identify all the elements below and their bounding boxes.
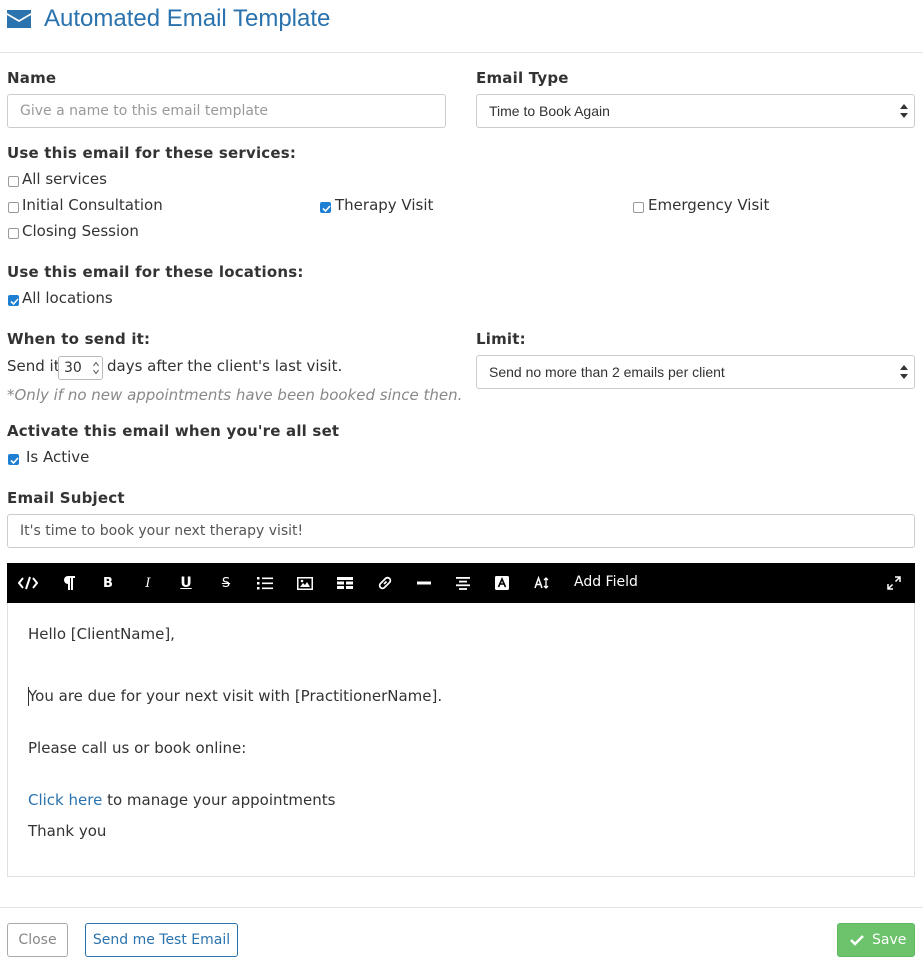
email-type-label: Email Type [476,69,569,87]
page-title: Automated Email Template [44,5,331,32]
check-icon [322,205,331,213]
italic-icon: I [145,575,151,591]
table-icon [337,576,353,589]
emergency-visit-checkbox[interactable] [633,202,644,213]
limit-label: Limit: [476,330,526,348]
name-label: Name [7,69,57,87]
send-test-email-button[interactable]: Send me Test Email [85,923,238,957]
initial-consultation-checkbox[interactable] [8,202,19,213]
underline-icon: U [180,575,192,591]
select-arrows-icon [900,104,908,118]
subject-input[interactable]: It's time to book your next therapy visi… [7,514,915,548]
body-signoff: Thank you [28,822,107,840]
add-field-button[interactable]: Add Field [574,574,638,590]
email-type-value: Time to Book Again [489,103,610,119]
body-line-2: Please call us or book online: [28,739,247,757]
therapy-visit-checkbox[interactable] [320,202,331,213]
horizontal-rule-button[interactable] [408,563,440,603]
activate-label: Activate this email when you're all set [7,422,340,440]
all-services-checkbox[interactable] [8,176,19,187]
page-header: Automated Email Template [0,0,923,53]
text-color-icon [495,576,509,590]
days-stepper[interactable]: 30 [58,356,103,380]
check-icon [10,298,19,306]
image-button[interactable] [289,563,321,603]
body-greeting: Hello [ClientName], [28,625,175,643]
initial-consultation-label: Initial Consultation [22,196,163,214]
fullscreen-button[interactable] [878,563,910,603]
name-input[interactable]: Give a name to this email template [7,94,446,128]
paragraph-button[interactable] [53,563,85,603]
all-services-label: All services [22,170,107,188]
footer-divider [0,907,923,908]
days-after-text: days after the client's last visit. [107,357,343,375]
email-body-editor[interactable]: Hello [ClientName], You are due for your… [7,603,915,877]
check-icon [10,457,19,465]
select-arrows-icon [900,365,908,379]
limit-select[interactable]: Send no more than 2 emails per client [476,355,915,389]
body-link-suffix: to manage your appointments [102,791,336,809]
bold-icon: B [103,575,113,591]
strikethrough-button[interactable]: S [210,563,242,603]
image-icon [297,576,313,590]
strikethrough-icon: S [221,575,231,591]
limit-value: Send no more than 2 emails per client [489,364,725,380]
services-label: Use this email for these services: [7,144,297,162]
underline-button[interactable]: U [170,563,202,603]
save-label: Save [872,932,907,948]
send-it-text: Send it [7,357,60,375]
therapy-visit-label: Therapy Visit [335,196,434,214]
is-active-label: Is Active [26,448,90,466]
stepper-arrows-icon[interactable] [93,361,99,375]
when-label: When to send it: [7,330,151,348]
emergency-visit-label: Emergency Visit [648,196,770,214]
code-icon [18,576,38,590]
bullet-list-button[interactable] [249,563,281,603]
all-locations-checkbox[interactable] [8,295,19,306]
days-value: 30 [64,360,82,376]
subject-label: Email Subject [7,489,125,507]
font-size-button[interactable] [526,563,558,603]
is-active-checkbox[interactable] [8,454,19,465]
envelope-icon [7,10,31,28]
locations-label: Use this email for these locations: [7,263,304,281]
body-line-1: You are due for your next visit with [Pr… [28,687,443,705]
paragraph-icon [64,576,75,590]
close-button[interactable]: Close [7,923,68,957]
closing-session-label: Closing Session [22,222,139,240]
horizontal-rule-icon [417,581,431,585]
editor-toolbar: B I U S Add Field [7,563,915,603]
body-link-line: Click here to manage your appointments [28,791,335,809]
code-view-button[interactable] [12,563,44,603]
italic-button[interactable]: I [132,563,164,603]
link-button[interactable] [369,563,401,603]
align-center-icon [456,576,470,590]
save-button[interactable]: Save [837,923,915,957]
closing-session-checkbox[interactable] [8,228,19,239]
text-color-button[interactable] [486,563,518,603]
check-icon [850,935,864,946]
all-locations-label: All locations [22,289,113,307]
expand-icon [887,576,901,590]
manage-appointments-link[interactable]: Click here [28,791,102,809]
table-button[interactable] [329,563,361,603]
link-icon [378,576,392,590]
bold-button[interactable]: B [92,563,124,603]
align-button[interactable] [447,563,479,603]
bullet-list-icon [257,577,273,590]
font-size-icon [534,576,549,589]
schedule-note: *Only if no new appointments have been b… [7,386,463,404]
email-type-select[interactable]: Time to Book Again [476,94,915,128]
